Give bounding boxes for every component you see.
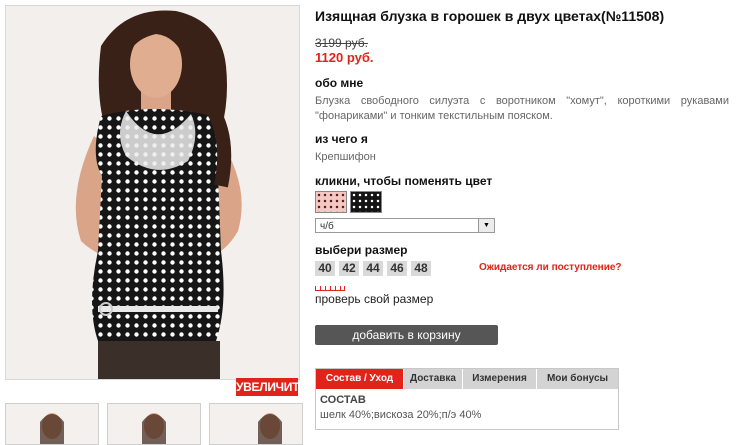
product-photo-illustration — [6, 6, 299, 379]
product-main-image[interactable] — [5, 5, 300, 380]
tab-measurements[interactable]: Измерения — [463, 369, 537, 389]
size-option-42[interactable]: 42 — [339, 261, 359, 276]
zoom-button[interactable]: УВЕЛИЧИТЬ — [236, 378, 308, 396]
thumbnail-strip — [5, 403, 303, 445]
size-option-46[interactable]: 46 — [387, 261, 407, 276]
size-option-48[interactable]: 48 — [411, 261, 431, 276]
color-swatches — [315, 191, 382, 213]
size-option-40[interactable]: 40 — [315, 261, 335, 276]
new-price: 1120 руб. — [315, 50, 374, 65]
about-label: обо мне — [315, 76, 364, 90]
chevron-down-icon[interactable]: ▼ — [478, 219, 494, 232]
thumbnail-image[interactable] — [209, 403, 303, 445]
tab-my-bonuses[interactable]: Мои бонусы — [537, 369, 618, 389]
color-select[interactable]: ч/б ▼ — [315, 218, 495, 233]
size-options: 40 42 44 46 48 — [315, 261, 431, 276]
thumbnail-image[interactable] — [5, 403, 99, 445]
check-size-link[interactable]: проверь свой размер — [315, 292, 433, 306]
color-swatch-black[interactable] — [350, 191, 382, 213]
size-option-44[interactable]: 44 — [363, 261, 383, 276]
tab-composition-care[interactable]: Состав / Уход — [316, 369, 404, 389]
product-details-tabs: Состав / Уход Доставка Измерения Мои бон… — [315, 368, 619, 430]
thumbnail-image[interactable] — [107, 403, 201, 445]
tab-content-text: шелк 40%;вискоза 20%;п/э 40% — [320, 409, 482, 421]
color-select-value: ч/б — [320, 221, 334, 232]
material-label: из чего я — [315, 132, 368, 146]
size-label: выбери размер — [315, 243, 408, 257]
product-title: Изящная блузка в горошек в двух цветах(№… — [315, 8, 665, 24]
tab-content-title: СОСТАВ — [320, 394, 366, 406]
stock-inquiry-link[interactable]: Ожидается ли поступление? — [479, 262, 622, 273]
about-text: Блузка свободного силуэта с воротником "… — [315, 95, 729, 122]
color-label: кликни, чтобы поменять цвет — [315, 174, 493, 188]
ruler-icon — [315, 285, 345, 291]
old-price: 3199 руб. — [315, 36, 368, 50]
material-text: Крепшифон — [315, 151, 376, 163]
add-to-cart-button[interactable]: добавить в корзину — [315, 325, 498, 345]
color-swatch-pink[interactable] — [315, 191, 347, 213]
tab-bar: Состав / Уход Доставка Измерения Мои бон… — [316, 369, 618, 389]
tab-delivery[interactable]: Доставка — [404, 369, 463, 389]
